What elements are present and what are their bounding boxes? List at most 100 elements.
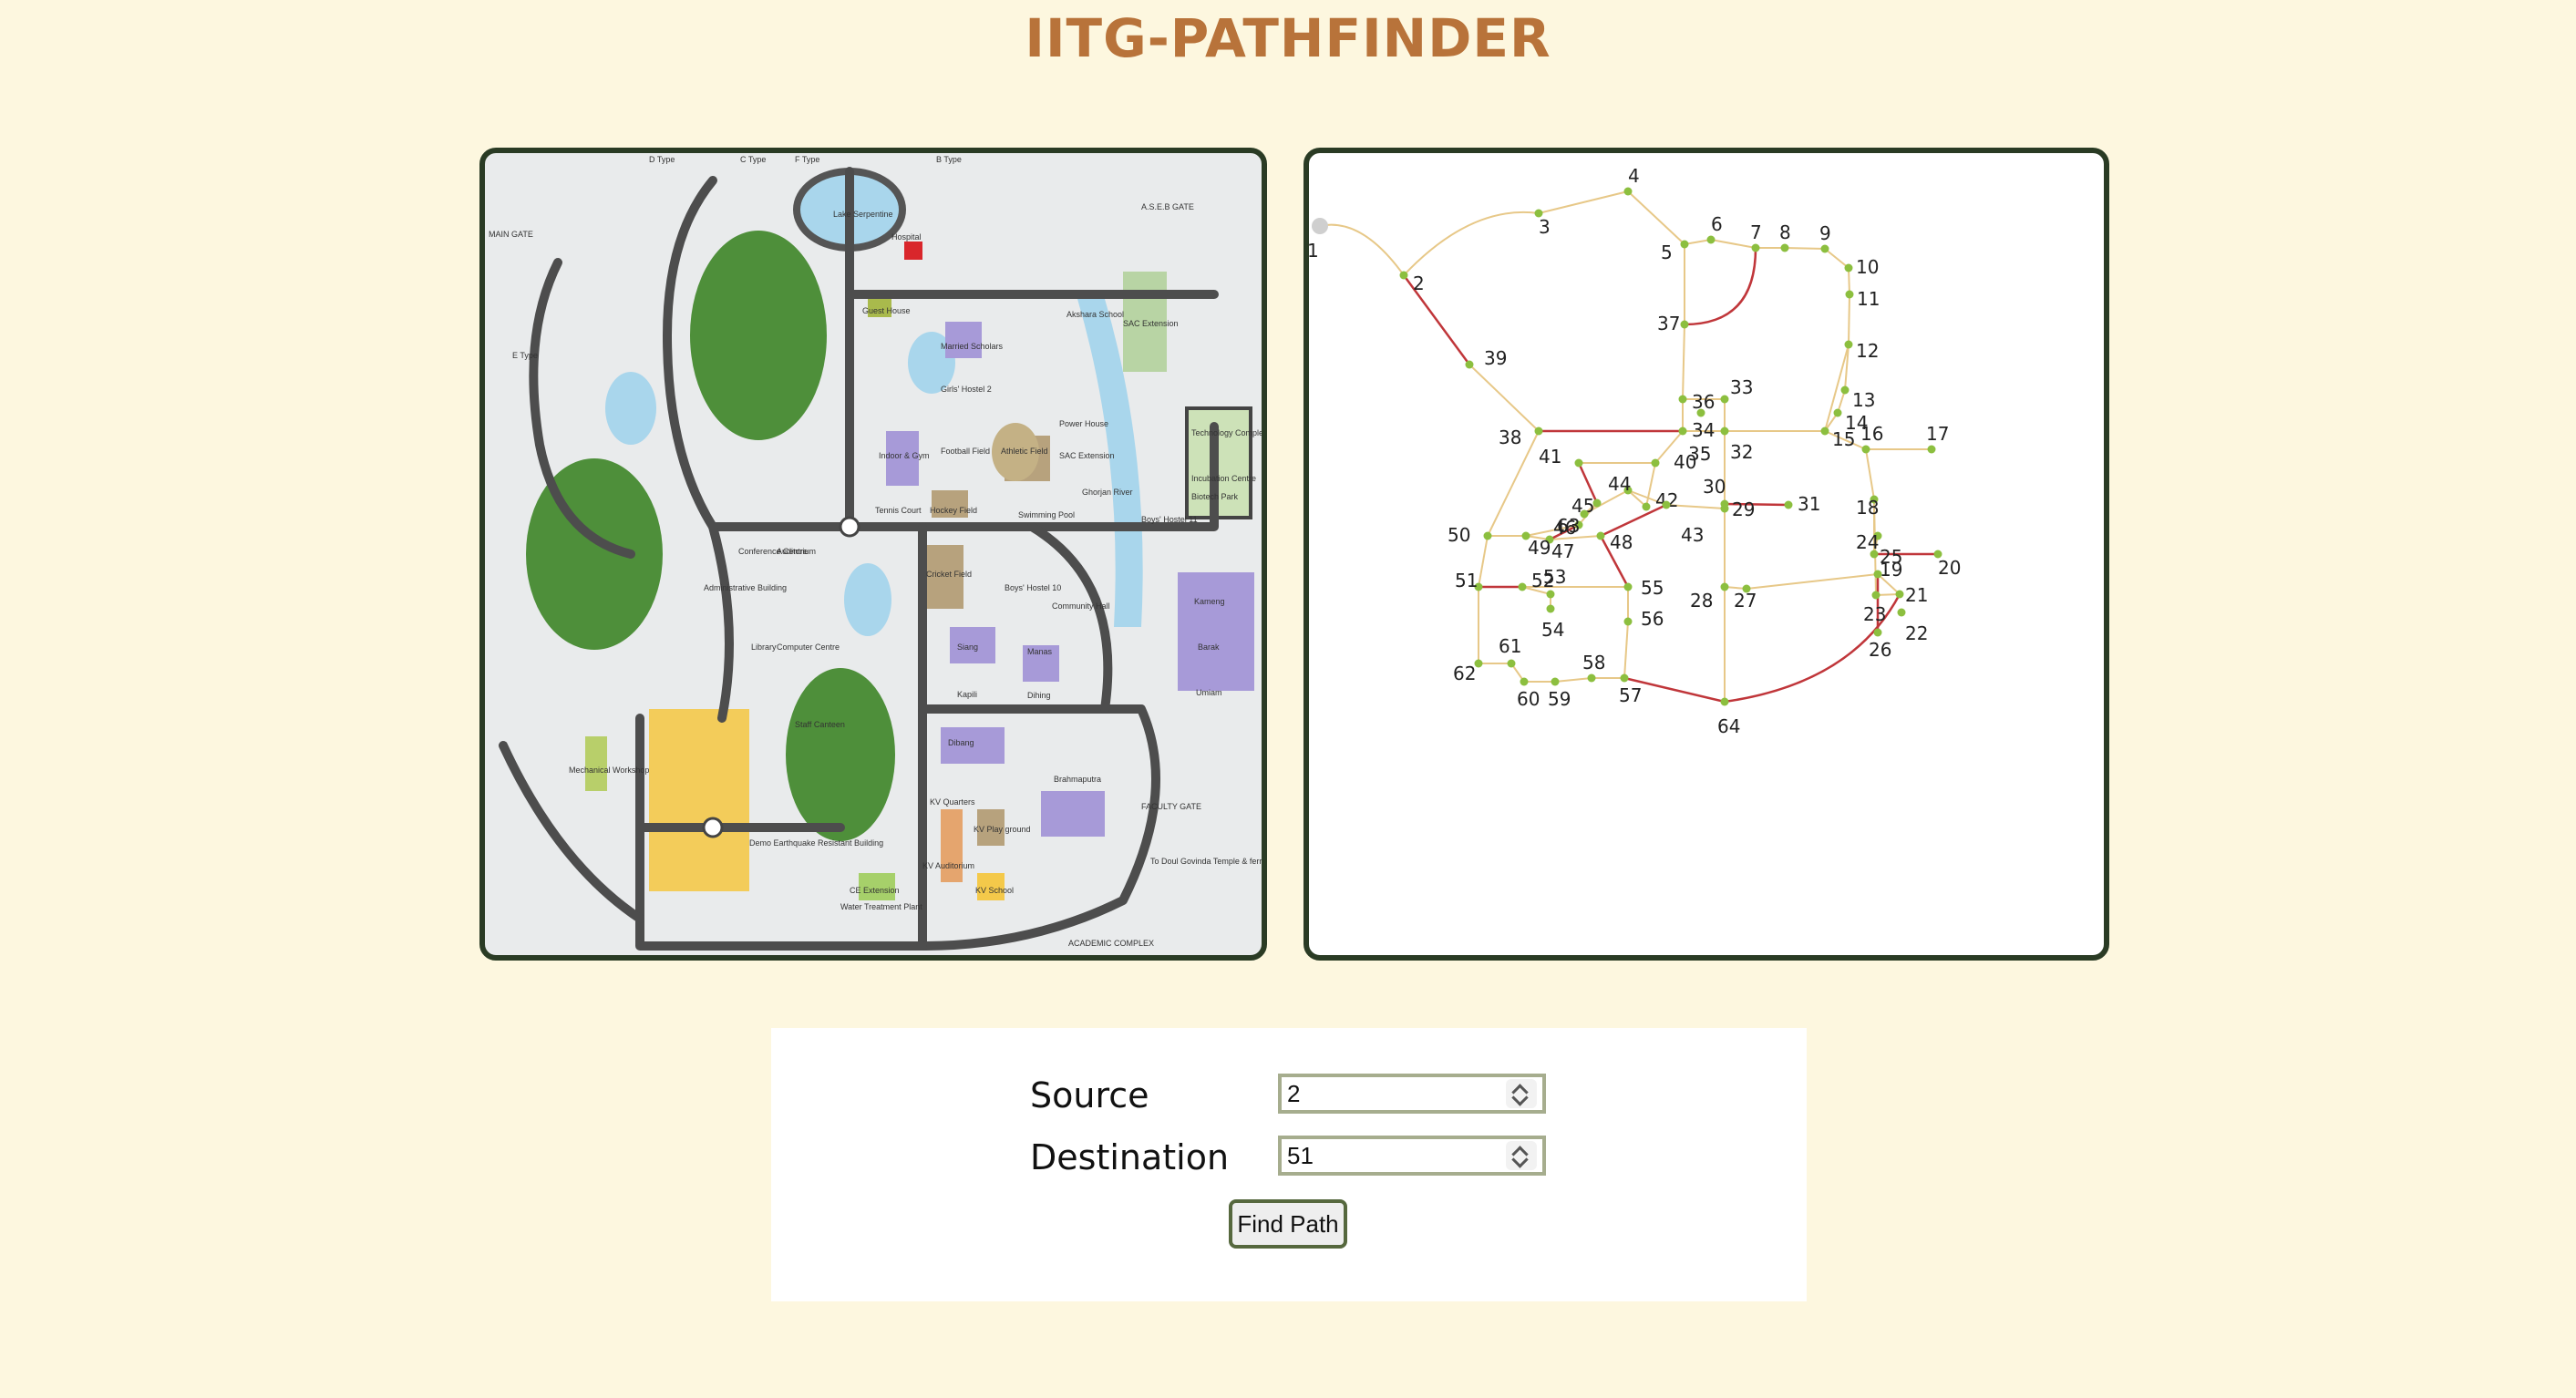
map-label-ghorjan: Ghorjan River [1082,488,1133,497]
forest-area [786,668,895,841]
graph-node-label: 64 [1717,715,1740,737]
graph-node[interactable] [1623,582,1633,591]
graph-node-label: 10 [1856,256,1879,278]
graph-edge [1623,621,1629,679]
graph-node[interactable] [1895,590,1904,599]
graph-node[interactable] [1465,360,1474,369]
map-label-dihing: Dihing [1027,691,1051,700]
map-label-kv-quarters: KV Quarters [930,797,975,807]
graph-node[interactable] [1927,445,1936,454]
graph-node[interactable] [1706,235,1716,244]
graph-node[interactable] [1861,445,1870,454]
map-label-akshara: Akshara School [1066,310,1124,319]
graph-node-label: 54 [1541,619,1564,641]
graph-node[interactable] [1312,218,1328,234]
graph-node[interactable] [1720,427,1729,436]
graph-node[interactable] [1596,531,1605,540]
graph-node[interactable] [1844,340,1853,349]
graph-node[interactable] [1871,591,1880,600]
graph-node[interactable] [1534,427,1543,436]
source-spinner[interactable] [1506,1079,1537,1108]
map-label-d-type: D Type [649,155,675,164]
graph-edge [1319,223,1405,276]
graph-node[interactable] [1873,628,1882,637]
source-label: Source [1030,1075,1149,1115]
graph-node[interactable] [1546,590,1555,599]
source-input[interactable] [1287,1079,1497,1108]
graph-node[interactable] [1751,243,1760,252]
graph-node[interactable] [1873,570,1882,579]
graph-node[interactable] [1840,385,1850,395]
graph-node[interactable] [1520,677,1529,686]
graph-edge [1684,247,1757,326]
graph-node[interactable] [1623,617,1633,626]
map-label-mechanical-workshop: Mechanical Workshop [569,766,649,775]
graph-node-label: 58 [1582,652,1605,673]
destination-spinner[interactable] [1506,1141,1537,1170]
map-label-technology-complex: Technology Complex [1191,428,1262,437]
map-label-indoor-gym: Indoor & Gym [879,451,930,460]
graph-node[interactable] [1844,263,1853,272]
graph-node[interactable] [1833,408,1842,417]
map-label-academic-complex: ACADEMIC COMPLEX [1068,939,1154,948]
graph-node[interactable] [1780,243,1789,252]
graph-node[interactable] [1678,427,1687,436]
destination-input[interactable] [1287,1141,1497,1170]
page-title: IITG-PATHFINDER [1025,7,1551,69]
source-input-box[interactable] [1278,1074,1546,1114]
graph-node[interactable] [1720,582,1729,591]
graph-node[interactable] [1820,427,1829,436]
path-form: Source Destination Find Path [771,1028,1807,1301]
graph-node[interactable] [1620,673,1629,683]
graph-node[interactable] [1483,531,1492,540]
map-label-e-type: E Type [512,351,538,360]
graph-node[interactable] [1551,677,1560,686]
graph-node-label: 7 [1750,221,1762,243]
graph-node[interactable] [1587,673,1596,683]
mechanical-workshop [585,736,607,791]
graph-node-label: 17 [1926,423,1949,445]
graph-node[interactable] [1546,604,1555,613]
graph-node[interactable] [1720,395,1729,404]
destination-input-box[interactable] [1278,1136,1546,1176]
graph-node[interactable] [1574,458,1583,468]
graph-node[interactable] [1845,290,1854,299]
map-label-guest-house: Guest House [862,306,911,315]
graph-edge [1554,677,1592,683]
graph-node[interactable] [1642,502,1651,511]
graph-node-label: 29 [1732,499,1755,520]
map-label-girls-hostel: Girls' Hostel 2 [941,385,992,394]
graph-node[interactable] [1820,244,1829,253]
map-label-barak: Barak [1198,642,1220,652]
graph-node-label: 11 [1857,288,1880,310]
graph-node-label: 49 [1528,537,1551,559]
graph-node[interactable] [1651,458,1660,468]
graph-node[interactable] [1784,500,1793,509]
map-label-swimming: Swimming Pool [1018,510,1075,519]
graph-node[interactable] [1720,697,1729,706]
map-label-main-gate: MAIN GATE [489,230,533,239]
graph-node[interactable] [1680,240,1689,249]
graph-node[interactable] [1399,271,1408,280]
graph-node[interactable] [1720,499,1729,509]
pond [605,372,656,445]
graph-node-label: 26 [1869,639,1891,661]
map-label-f-type: F Type [795,155,819,164]
graph-node[interactable] [1897,608,1906,617]
map-label-b-type: B Type [936,155,962,164]
graph-node-label: 38 [1499,427,1521,448]
graph-node[interactable] [1662,500,1671,509]
map-label-hockey: Hockey Field [930,506,977,515]
graph-node[interactable] [1518,582,1527,591]
graph-node[interactable] [1678,395,1687,404]
graph-node[interactable] [1623,187,1633,196]
map-label-dibang: Dibang [948,738,974,747]
graph-node[interactable] [1680,320,1689,329]
graph-node-label: 28 [1690,590,1713,612]
graph-node-label: 62 [1453,663,1476,684]
graph-node-label: 33 [1730,376,1753,398]
find-path-button[interactable]: Find Path [1229,1199,1347,1249]
map-label-tennis: Tennis Court [875,506,922,515]
graph-node[interactable] [1507,659,1516,668]
graph-node[interactable] [1580,509,1589,519]
